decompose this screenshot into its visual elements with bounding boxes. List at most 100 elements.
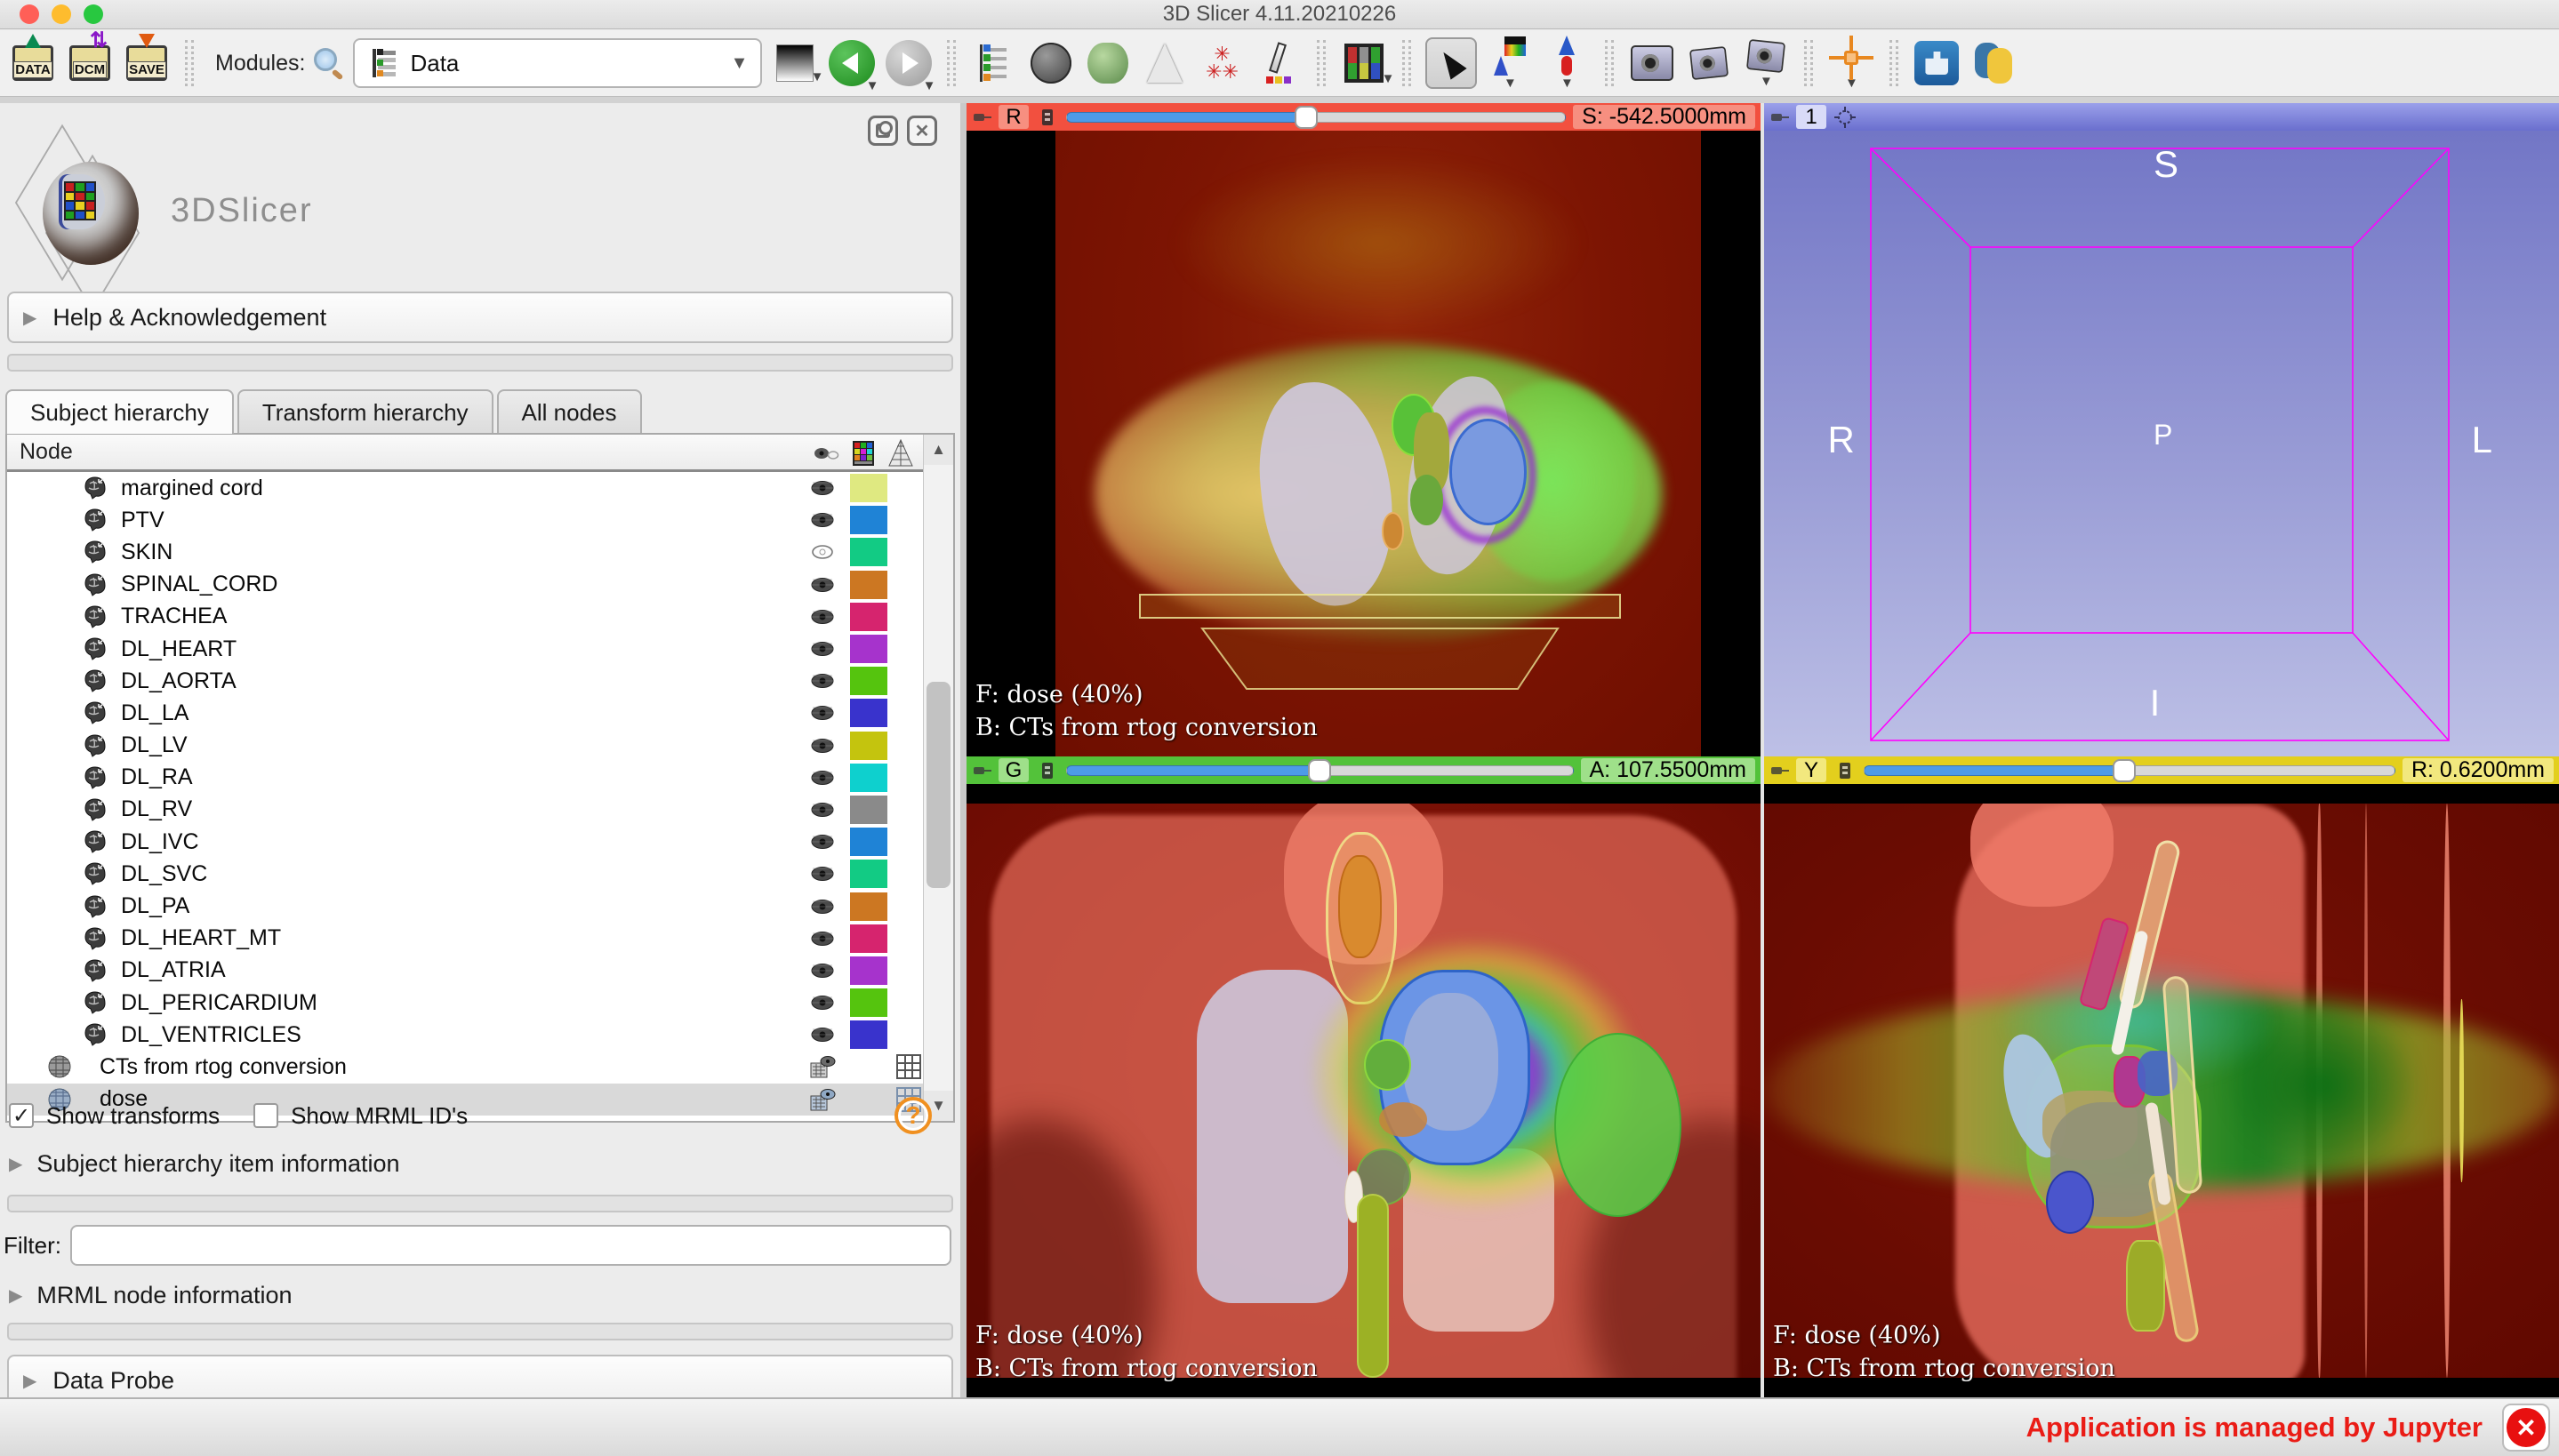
- visibility-eye-icon[interactable]: [803, 1054, 842, 1079]
- tree-row[interactable]: DL_AORTA: [7, 665, 923, 697]
- node-color-swatch[interactable]: [850, 763, 887, 792]
- node-color-swatch[interactable]: [850, 538, 887, 567]
- node-color-swatch[interactable]: [850, 892, 887, 921]
- help-button[interactable]: ?: [894, 1097, 932, 1134]
- visibility-eye-icon[interactable]: [803, 737, 842, 755]
- segment-editor-toolbar-button[interactable]: [1255, 36, 1303, 91]
- tree-row[interactable]: DL_LA: [7, 697, 923, 729]
- node-color-swatch[interactable]: [850, 988, 887, 1018]
- node-color-swatch[interactable]: [850, 474, 887, 503]
- python-console-button[interactable]: [1969, 36, 2018, 91]
- yellow-slice-view[interactable]: F: dose (40%) B: CTs from rtog conversio…: [1764, 784, 2559, 1397]
- pin-icon[interactable]: [972, 764, 991, 777]
- mrml-node-info-section[interactable]: ▶ MRML node information: [9, 1282, 293, 1309]
- yellow-slice-label[interactable]: Y: [1796, 758, 1826, 782]
- visibility-eye-icon[interactable]: [803, 608, 842, 626]
- slider-handle[interactable]: [1308, 758, 1332, 782]
- tree-row[interactable]: DL_RA: [7, 762, 923, 794]
- extensions-manager-button[interactable]: [1913, 36, 1961, 91]
- visibility-eye-icon[interactable]: [803, 801, 842, 819]
- node-color-swatch[interactable]: [850, 506, 887, 535]
- slider-handle[interactable]: [2113, 758, 2136, 782]
- tree-row[interactable]: SKIN: [7, 536, 923, 568]
- node-color-swatch[interactable]: [850, 956, 887, 985]
- jupyter-close-button[interactable]: ✕: [2502, 1404, 2550, 1452]
- module-search-icon[interactable]: [314, 48, 344, 81]
- show-mrml-ids-checkbox[interactable]: ✓: [253, 1103, 279, 1128]
- node-color-swatch[interactable]: [850, 1020, 887, 1050]
- visibility-eye-icon[interactable]: [803, 576, 842, 594]
- red-slice-label[interactable]: R: [999, 105, 1029, 129]
- visibility-eye-icon[interactable]: [803, 543, 842, 561]
- panel-close-button[interactable]: ✕: [907, 116, 937, 146]
- color-column-icon[interactable]: [852, 440, 875, 467]
- show-transforms-checkbox[interactable]: ✓: [9, 1103, 34, 1128]
- mesh-column-icon[interactable]: [887, 439, 914, 468]
- load-data-button[interactable]: DATA: [9, 34, 57, 91]
- tree-row[interactable]: DL_PA: [7, 890, 923, 922]
- tree-row[interactable]: DL_VENTRICLES: [7, 1019, 923, 1051]
- panel-splitter[interactable]: [960, 103, 967, 1397]
- red-slice-view[interactable]: F: dose (40%) B: CTs from rtog conversio…: [967, 131, 1761, 756]
- tree-row[interactable]: margined cord: [7, 472, 923, 504]
- slider-handle[interactable]: [1294, 105, 1318, 129]
- tree-row[interactable]: DL_LV: [7, 730, 923, 762]
- visibility-eye-icon[interactable]: [803, 511, 842, 529]
- slice-menu-icon[interactable]: [1036, 760, 1059, 781]
- subject-hierarchy-item-info-section[interactable]: ▶ Subject hierarchy item information: [9, 1150, 400, 1178]
- adjust-window-level-button[interactable]: ▼: [1486, 36, 1534, 91]
- visibility-eye-icon[interactable]: [803, 898, 842, 916]
- visibility-eye-icon[interactable]: [803, 769, 842, 787]
- visibility-eye-icon[interactable]: [803, 640, 842, 658]
- tab-subject-hierarchy[interactable]: Subject hierarchy: [5, 389, 234, 434]
- spin-view-icon[interactable]: [1833, 106, 1857, 129]
- red-slice-slider[interactable]: [1066, 105, 1567, 129]
- module-forward-button[interactable]: ▼: [885, 36, 935, 93]
- node-color-swatch[interactable]: [850, 570, 887, 599]
- screenshot-button[interactable]: [1628, 36, 1676, 91]
- node-color-swatch[interactable]: [850, 602, 887, 631]
- node-color-swatch[interactable]: [850, 667, 887, 696]
- module-selector-combobox[interactable]: Data ▼: [353, 38, 763, 88]
- tree-row[interactable]: CTs from rtog conversion: [7, 1051, 923, 1083]
- visibility-eye-icon[interactable]: [803, 833, 842, 851]
- subject-hierarchy-toolbar-button[interactable]: [970, 36, 1018, 91]
- tree-row[interactable]: DL_HEART: [7, 633, 923, 665]
- annotations-toolbar-button[interactable]: ✳ ✳✳: [1198, 36, 1246, 91]
- visibility-eye-icon[interactable]: [803, 865, 842, 883]
- tab-all-nodes[interactable]: All nodes: [496, 389, 642, 434]
- node-color-swatch[interactable]: [850, 731, 887, 760]
- place-markup-button[interactable]: ▼: [1543, 36, 1591, 91]
- panel-undock-button[interactable]: [868, 116, 898, 146]
- pin-icon[interactable]: [1769, 111, 1789, 124]
- node-column-header[interactable]: Node: [7, 439, 73, 465]
- tree-row[interactable]: DL_SVC: [7, 858, 923, 890]
- pin-icon[interactable]: [1769, 764, 1789, 777]
- models-toolbar-button[interactable]: [1027, 36, 1075, 91]
- visibility-eye-icon[interactable]: [803, 962, 842, 980]
- markups-toolbar-button[interactable]: [1141, 36, 1189, 91]
- node-color-swatch[interactable]: [850, 924, 887, 953]
- threed-view-label[interactable]: 1: [1796, 105, 1826, 129]
- node-color-swatch[interactable]: [850, 699, 887, 728]
- filter-input[interactable]: [70, 1225, 951, 1266]
- tree-scrollbar[interactable]: ▲ ▼: [923, 435, 953, 1121]
- tree-row[interactable]: DL_IVC: [7, 826, 923, 858]
- node-color-swatch[interactable]: [850, 795, 887, 824]
- yellow-slice-slider[interactable]: [1864, 758, 2395, 782]
- node-color-swatch[interactable]: [850, 828, 887, 857]
- green-slice-label[interactable]: G: [999, 758, 1029, 782]
- tree-row[interactable]: DL_RV: [7, 794, 923, 826]
- tree-row[interactable]: SPINAL_CORD: [7, 569, 923, 601]
- mouse-interaction-mode-button[interactable]: [1425, 37, 1478, 89]
- tree-row[interactable]: DL_HEART_MT: [7, 923, 923, 955]
- scrollbar-thumb[interactable]: [927, 681, 951, 888]
- threed-view[interactable]: S I R L P: [1764, 131, 2559, 756]
- module-history-button[interactable]: ▼: [771, 36, 823, 91]
- segmentations-toolbar-button[interactable]: [1084, 36, 1132, 91]
- visibility-eye-icon[interactable]: [803, 1026, 842, 1044]
- help-acknowledgement-section[interactable]: ▶ Help & Acknowledgement: [7, 292, 953, 343]
- tree-row[interactable]: DL_PERICARDIUM: [7, 987, 923, 1019]
- slice-menu-icon[interactable]: [1833, 760, 1857, 781]
- green-slice-view[interactable]: F: dose (40%) B: CTs from rtog conversio…: [967, 784, 1761, 1397]
